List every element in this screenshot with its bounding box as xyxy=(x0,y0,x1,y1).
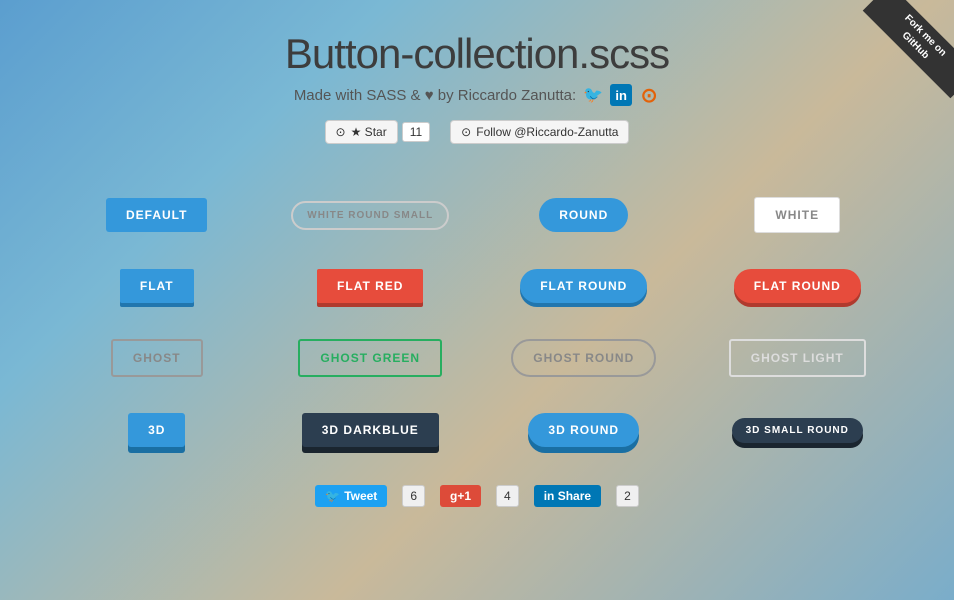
gplus-count: 4 xyxy=(496,485,519,507)
ghost-light-button[interactable]: GHOST LIGHT xyxy=(729,339,866,377)
3d-small-round-button[interactable]: 3D SMALL ROUND xyxy=(732,418,863,443)
star-button-group: ⊙ ★ Star 11 xyxy=(325,120,431,144)
twitter-share-icon: 🐦 xyxy=(325,489,340,503)
github-buttons-row: ⊙ ★ Star 11 ⊙ Follow @Riccardo-Zanutta xyxy=(0,120,954,144)
btn-cell-flat-red: FLAT RED xyxy=(264,251,478,321)
btn-cell-ghost-green: Ghost GREEN xyxy=(264,321,478,395)
linkedin-share-button[interactable]: in Share xyxy=(534,485,601,507)
page-header: Button-collection.scss Made with SASS & … xyxy=(0,0,954,144)
btn-cell-flat: FLAT xyxy=(50,251,264,321)
page-title: Button-collection.scss xyxy=(0,30,954,78)
gplus-label: g+1 xyxy=(450,489,471,503)
flat-round-red-button[interactable]: FLAT ROUND xyxy=(734,269,861,303)
github-icon[interactable]: ⊙ xyxy=(638,84,660,106)
star-button[interactable]: ⊙ ★ Star xyxy=(325,120,398,144)
footer-share-row: 🐦 Tweet 6 g+1 4 in Share 2 xyxy=(0,485,954,507)
white-round-small-button[interactable]: WHITE ROUND SMALL xyxy=(291,201,449,230)
btn-cell-white-round-small: WHITE ROUND SMALL xyxy=(264,179,478,251)
tweet-label: Tweet xyxy=(344,489,377,503)
btn-cell-flat-round-red: FLAT ROUND xyxy=(691,251,905,321)
twitter-icon[interactable]: 🐦 xyxy=(582,84,604,106)
follow-label: Follow @Riccardo-Zanutta xyxy=(476,125,618,139)
btn-cell-ghost: GHOST xyxy=(50,321,264,395)
buttons-grid: DEFAULT WHITE ROUND SMALL ROUND WHITE FL… xyxy=(0,179,954,465)
flat-round-button[interactable]: FLAT ROUND xyxy=(520,269,647,303)
ghost-button[interactable]: GHOST xyxy=(111,339,203,377)
btn-cell-flat-round: FLAT ROUND xyxy=(477,251,691,321)
round-button[interactable]: ROUND xyxy=(539,198,628,232)
flat-red-button[interactable]: FLAT RED xyxy=(317,269,423,303)
3d-button[interactable]: 3D xyxy=(128,413,185,447)
github-icon-small: ⊙ xyxy=(336,125,346,139)
follow-button-group: ⊙ Follow @Riccardo-Zanutta xyxy=(450,120,629,144)
3d-round-button[interactable]: 3D ROUND xyxy=(528,413,639,447)
flat-button[interactable]: FLAT xyxy=(120,269,194,303)
white-button[interactable]: WHITE xyxy=(754,197,840,233)
ghost-green-button[interactable]: Ghost GREEN xyxy=(298,339,442,377)
tweet-count: 6 xyxy=(402,485,425,507)
subtitle-text: Made with SASS & ♥ by Riccardo Zanutta: xyxy=(294,87,576,104)
btn-cell-3d: 3D xyxy=(50,395,264,465)
github-icon-follow: ⊙ xyxy=(461,125,471,139)
ribbon-text: Fork me on GitHub xyxy=(863,0,954,98)
btn-cell-round: ROUND xyxy=(477,179,691,251)
btn-cell-white: WHITE xyxy=(691,179,905,251)
linkedin-share-label: in Share xyxy=(544,489,591,503)
linkedin-icon[interactable]: in xyxy=(610,84,632,106)
btn-cell-ghost-round: GHOST ROUND xyxy=(477,321,691,395)
subtitle: Made with SASS & ♥ by Riccardo Zanutta: … xyxy=(0,84,954,106)
social-links: 🐦 in ⊙ xyxy=(582,84,660,106)
btn-cell-default: DEFAULT xyxy=(50,179,264,251)
ghost-round-button[interactable]: GHOST ROUND xyxy=(511,339,656,377)
star-count: 11 xyxy=(402,122,430,142)
btn-cell-3d-darkblue: 3D DARKBLUE xyxy=(264,395,478,465)
btn-cell-3d-round: 3D ROUND xyxy=(477,395,691,465)
follow-button[interactable]: ⊙ Follow @Riccardo-Zanutta xyxy=(450,120,629,144)
btn-cell-ghost-light: GHOST LIGHT xyxy=(691,321,905,395)
linkedin-count: 2 xyxy=(616,485,639,507)
github-ribbon[interactable]: Fork me on GitHub xyxy=(854,0,954,100)
tweet-button[interactable]: 🐦 Tweet xyxy=(315,485,387,507)
gplus-button[interactable]: g+1 xyxy=(440,485,481,507)
star-label: ★ Star xyxy=(351,125,387,139)
3d-darkblue-button[interactable]: 3D DARKBLUE xyxy=(302,413,439,447)
default-button[interactable]: DEFAULT xyxy=(106,198,207,232)
btn-cell-3d-small-round: 3D SMALL ROUND xyxy=(691,395,905,465)
